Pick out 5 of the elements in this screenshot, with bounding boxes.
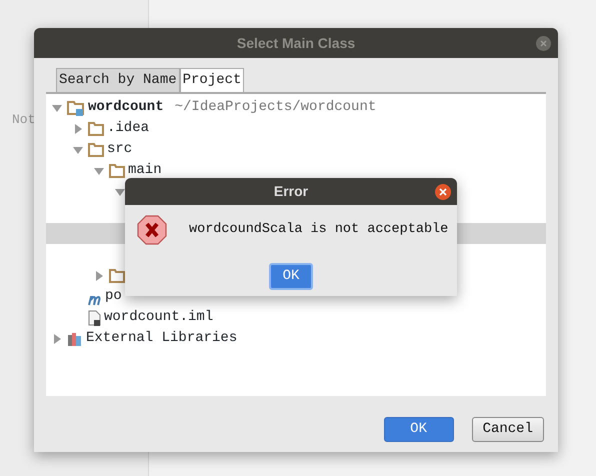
window-title: Error <box>274 182 308 201</box>
background-label: Not <box>12 111 36 129</box>
error-message: wordcoundScala is not acceptable <box>189 220 448 239</box>
project-path: ~/IdeaProjects/wordcount <box>174 98 376 117</box>
window-title: Select Main Class <box>236 34 356 52</box>
